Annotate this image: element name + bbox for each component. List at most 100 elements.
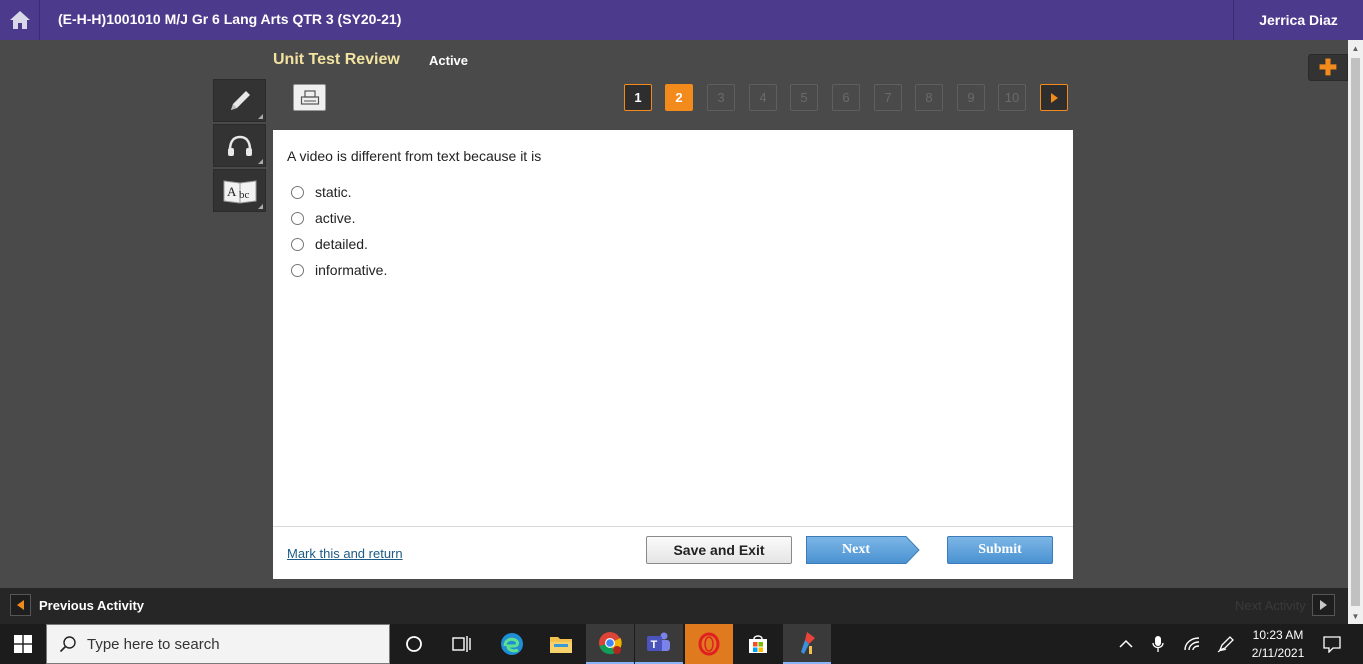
tool-menu-corner-icon (258, 204, 263, 209)
next-page-button[interactable] (1040, 84, 1068, 111)
store-bag-icon (749, 635, 767, 653)
notifications-button[interactable] (1316, 624, 1348, 664)
teams-app-button[interactable]: T (635, 624, 683, 664)
task-view-button[interactable] (438, 624, 486, 664)
page-button-2[interactable]: 2 (665, 84, 693, 111)
top-bar: (E-H-H)1001010 M/J Gr 6 Lang Arts QTR 3 … (0, 0, 1363, 40)
cortana-circle-icon (406, 636, 422, 652)
next-button-label: Next (842, 542, 870, 557)
play-right-icon (1051, 92, 1058, 103)
activity-navigation-bar: Previous Activity Next Activity (0, 588, 1348, 624)
teams-icon: T (647, 632, 670, 651)
printer-icon (300, 89, 319, 105)
answer-choice[interactable]: detailed. (291, 236, 368, 252)
pen-tray-button[interactable] (1210, 624, 1242, 664)
plus-icon: ✚ (1318, 54, 1338, 80)
radio-button[interactable] (291, 185, 304, 199)
page-scrollbar[interactable]: ▲ ▼ (1348, 40, 1363, 624)
folder-icon (550, 637, 572, 653)
answer-choice[interactable]: informative. (291, 262, 387, 278)
scroll-thumb[interactable] (1351, 58, 1360, 606)
user-name[interactable]: Jerrica Diaz (1233, 0, 1363, 40)
question-footer: Mark this and return Save and Exit Next … (273, 526, 1073, 579)
next-activity-label: Next Activity (1235, 598, 1306, 613)
home-icon (9, 11, 30, 29)
network-tray-button[interactable] (1176, 624, 1208, 664)
chevron-up-icon (1119, 639, 1133, 648)
test-status: Active (429, 53, 469, 68)
play-left-icon (17, 600, 24, 610)
answer-choice[interactable]: static. (291, 184, 352, 200)
scroll-down-arrow-icon[interactable]: ▼ (1348, 608, 1363, 624)
page-button-7[interactable]: 7 (874, 84, 902, 111)
page-button-5[interactable]: 5 (790, 84, 818, 111)
microphone-icon (1152, 636, 1164, 652)
page-button-1[interactable]: 1 (624, 84, 652, 111)
previous-activity-label[interactable]: Previous Activity (39, 598, 144, 613)
page-button-4[interactable]: 4 (749, 84, 777, 111)
windows-logo-icon (14, 635, 32, 653)
pencil-tool-button[interactable] (213, 79, 266, 122)
windows-taskbar: Type here to search T 10:23 AM 2/11/2021 (0, 624, 1363, 664)
dictionary-icon: A bc (223, 179, 256, 204)
page-button-8[interactable]: 8 (915, 84, 943, 111)
save-and-exit-button[interactable]: Save and Exit (646, 536, 792, 564)
print-button[interactable] (293, 84, 326, 111)
headphones-icon (227, 135, 252, 156)
page-button-6[interactable]: 6 (832, 84, 860, 111)
radio-button[interactable] (291, 263, 304, 277)
edge-browser-icon (501, 633, 523, 655)
show-hidden-icons-button[interactable] (1110, 624, 1142, 664)
page-button-9[interactable]: 9 (957, 84, 985, 111)
pen-workspace-icon (1217, 636, 1234, 653)
task-view-icon (452, 636, 471, 652)
dictionary-tool-button[interactable]: A bc (213, 169, 266, 212)
clock-time[interactable]: 10:23 AM (1248, 628, 1308, 642)
choice-label: active. (315, 210, 356, 226)
microphone-tray-button[interactable] (1142, 624, 1174, 664)
chrome-app-button[interactable] (586, 624, 634, 664)
chrome-browser-icon (599, 632, 622, 655)
answer-choice[interactable]: active. (291, 210, 355, 226)
audio-tool-button[interactable] (213, 124, 266, 167)
tools-app-icon (801, 632, 815, 654)
svg-text:T: T (651, 639, 658, 651)
expand-plus-button[interactable]: ✚ (1308, 54, 1348, 81)
home-button[interactable] (0, 0, 40, 40)
previous-activity-button[interactable] (10, 594, 31, 616)
choice-label: static. (315, 184, 352, 200)
test-title: Unit Test Review (273, 51, 400, 68)
svg-text:bc: bc (239, 189, 250, 201)
mark-and-return-link[interactable]: Mark this and return (287, 546, 403, 561)
notification-speech-bubble-icon (1323, 636, 1341, 653)
pencil-icon (230, 90, 250, 110)
svg-text:A: A (227, 184, 237, 199)
course-title: (E-H-H)1001010 M/J Gr 6 Lang Arts QTR 3 … (58, 11, 402, 27)
submit-button[interactable]: Submit (947, 536, 1053, 564)
radio-button[interactable] (291, 211, 304, 225)
tool-menu-corner-icon (258, 114, 263, 119)
page-button-10[interactable]: 10 (998, 84, 1026, 111)
scroll-up-arrow-icon[interactable]: ▲ (1348, 40, 1363, 56)
file-explorer-button[interactable] (537, 624, 585, 664)
pinned-app-button[interactable] (783, 624, 831, 664)
play-right-icon (1320, 600, 1327, 610)
next-activity-button[interactable] (1312, 594, 1335, 616)
opera-ring-icon (698, 632, 720, 656)
radio-button[interactable] (291, 237, 304, 251)
tool-menu-corner-icon (258, 159, 263, 164)
flashing-app-button[interactable] (685, 624, 733, 664)
edge-app-button[interactable] (488, 624, 536, 664)
question-panel: A video is different from text because i… (273, 130, 1073, 579)
page-button-3[interactable]: 3 (707, 84, 735, 111)
start-button[interactable] (0, 624, 46, 664)
store-app-button[interactable] (734, 624, 782, 664)
question-text: A video is different from text because i… (287, 148, 542, 164)
clock-date[interactable]: 2/11/2021 (1248, 646, 1308, 660)
taskbar-search-box[interactable]: Type here to search (46, 624, 390, 664)
cortana-button[interactable] (390, 624, 438, 664)
next-button[interactable]: Next (806, 536, 920, 564)
search-icon (59, 636, 76, 653)
choice-label: detailed. (315, 236, 368, 252)
search-placeholder: Type here to search (87, 636, 220, 653)
